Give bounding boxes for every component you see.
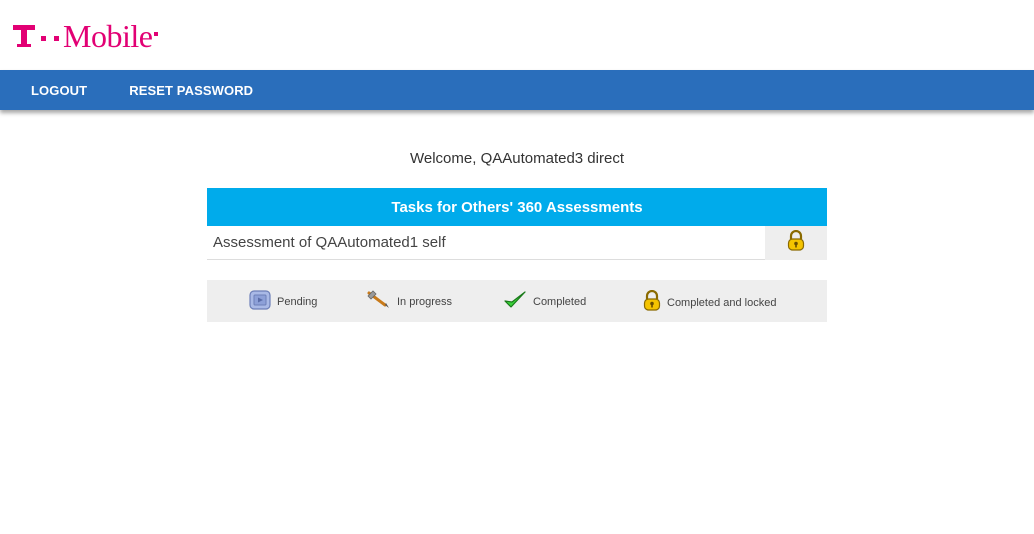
tasks-header: Tasks for Others' 360 Assessments bbox=[207, 188, 827, 226]
legend-item-completed-locked: Completed and locked bbox=[643, 289, 777, 315]
logo-dot bbox=[41, 35, 46, 41]
logout-link[interactable]: LOGOUT bbox=[31, 83, 87, 98]
task-status-cell bbox=[765, 226, 827, 260]
legend-label-pending: Pending bbox=[277, 295, 318, 308]
legend-label-completed-locked: Completed and locked bbox=[667, 296, 777, 309]
logo-dot bbox=[154, 32, 159, 36]
status-legend: Pending In progress Completed Completed … bbox=[207, 280, 827, 322]
lock-icon bbox=[787, 229, 805, 257]
checkmark-icon bbox=[503, 290, 527, 313]
reset-password-link[interactable]: RESET PASSWORD bbox=[129, 83, 253, 98]
page-header: Mobile bbox=[0, 0, 1034, 70]
legend-item-completed: Completed bbox=[503, 290, 586, 313]
pending-icon bbox=[249, 290, 271, 313]
welcome-message: Welcome, QAAutomated3 direct bbox=[410, 150, 624, 167]
legend-item-in-progress: In progress bbox=[367, 290, 452, 313]
top-nav-bar: LOGOUT RESET PASSWORD bbox=[0, 70, 1034, 110]
pencil-icon bbox=[367, 290, 391, 313]
logo-dot bbox=[54, 35, 59, 41]
legend-label-completed: Completed bbox=[533, 295, 587, 308]
tmobile-logo[interactable]: Mobile bbox=[13, 16, 162, 56]
logo-wordmark: Mobile bbox=[63, 18, 153, 54]
legend-label-in-progress: In progress bbox=[397, 295, 453, 308]
tasks-panel: Tasks for Others' 360 Assessments Assess… bbox=[207, 188, 827, 260]
t-logo-icon bbox=[13, 22, 35, 50]
lock-icon bbox=[643, 289, 661, 315]
task-row: Assessment of QAAutomated1 self bbox=[207, 226, 827, 260]
legend-item-pending: Pending bbox=[249, 290, 317, 313]
task-title-link[interactable]: Assessment of QAAutomated1 self bbox=[207, 226, 765, 260]
